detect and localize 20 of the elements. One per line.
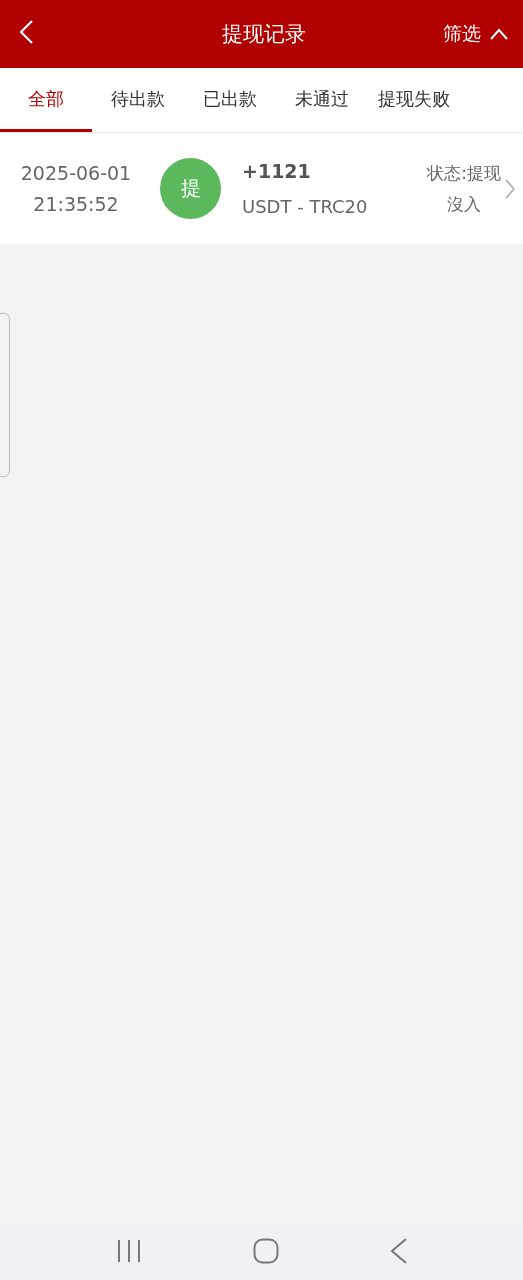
back-icon[interactable] [389,1238,408,1264]
tab[interactable]: 提现失败 [368,68,460,132]
tab[interactable]: 已出款 [184,68,276,132]
record-time: 21:35:52 [33,193,119,215]
edge-handle[interactable] [0,313,10,477]
record-status: 状态:提现 [427,161,501,185]
home-icon[interactable] [252,1238,279,1264]
chevron-right-icon [505,178,515,199]
recent-apps-icon[interactable] [115,1239,142,1263]
tab[interactable]: 未通过 [276,68,368,132]
record-row[interactable]: 2025-06-01 21:35:52 提 +1121 USDT - TRC20 状态:提现 沒入 [0,133,523,244]
page-title: 提现记录 [221,21,306,48]
chevron-up-icon [489,28,509,40]
record-currency: USDT - TRC20 [242,196,369,217]
filter-button[interactable]: 筛选 [443,21,509,47]
record-status: 沒入 [447,192,482,216]
record-date: 2025-06-01 [20,162,132,184]
tab[interactable]: 待出款 [92,68,184,132]
record-amount: +1121 [242,160,312,182]
type-badge: 提 [160,158,221,219]
